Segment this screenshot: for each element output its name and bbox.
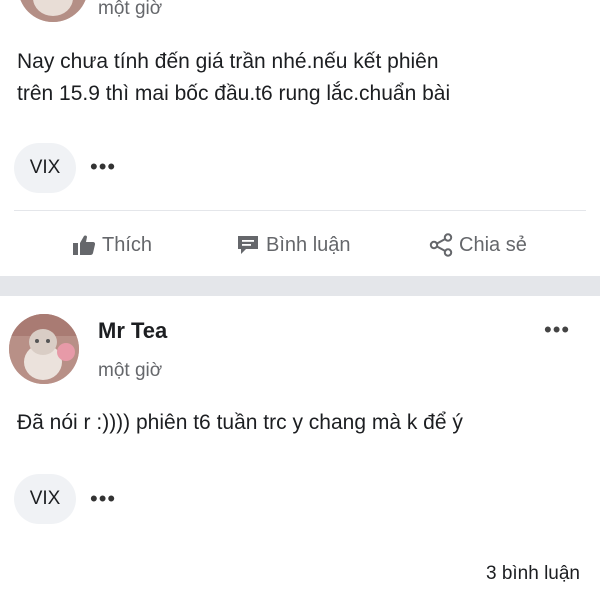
post-time: một giờ bbox=[98, 0, 163, 19]
author-avatar[interactable] bbox=[9, 314, 79, 384]
like-label: Thích bbox=[102, 233, 153, 256]
stock-tag[interactable]: VIX bbox=[14, 143, 76, 193]
post-text-line: trên 15.9 thì mai bốc đầu.t6 rung lắc.ch… bbox=[17, 82, 451, 105]
author-avatar[interactable] bbox=[18, 0, 88, 22]
comment-icon bbox=[238, 236, 258, 254]
tag-more-icon[interactable]: ••• bbox=[90, 156, 116, 178]
thumbs-up-icon bbox=[73, 235, 96, 255]
post-time: một giờ bbox=[98, 360, 163, 381]
post-text-line: Nay chưa tính đến giá trần nhé.nếu kết p… bbox=[17, 50, 439, 73]
share-button[interactable]: Chia sẻ bbox=[429, 230, 527, 260]
divider bbox=[14, 210, 586, 211]
avatar-image bbox=[9, 314, 79, 384]
post-separator bbox=[0, 276, 600, 296]
comment-label: Bình luận bbox=[266, 233, 351, 256]
post-card: Mr Tea một giờ ••• Đã nói r :)))) phiên … bbox=[0, 296, 600, 600]
tag-more-icon[interactable]: ••• bbox=[90, 488, 116, 510]
comment-button[interactable]: Bình luận bbox=[236, 230, 351, 260]
comment-count[interactable]: 3 bình luận bbox=[486, 563, 580, 585]
author-name[interactable]: Mr Tea bbox=[98, 318, 167, 344]
like-button[interactable]: Thích bbox=[72, 230, 152, 260]
avatar-image bbox=[18, 0, 88, 22]
stock-tag[interactable]: VIX bbox=[14, 474, 76, 524]
share-label: Chia sẻ bbox=[459, 233, 527, 256]
post-text: Đã nói r :)))) phiên t6 tuần trc y chang… bbox=[17, 411, 463, 434]
more-dots-icon[interactable]: ••• bbox=[544, 319, 570, 341]
post-card: một giờ Nay chưa tính đến giá trần nhé.n… bbox=[0, 0, 600, 276]
share-icon bbox=[429, 233, 453, 257]
